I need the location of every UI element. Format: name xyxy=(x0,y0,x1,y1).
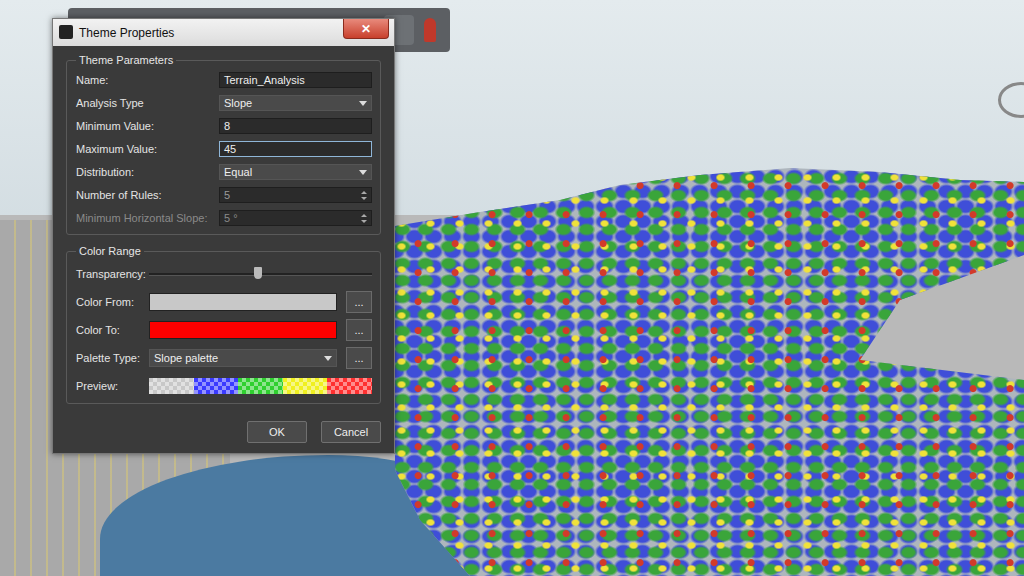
button-bar: OK Cancel xyxy=(66,421,381,443)
field-value: Slope palette xyxy=(154,352,320,364)
color-row: Preview: xyxy=(76,375,372,397)
close-button[interactable]: ✕ xyxy=(343,19,389,39)
select-field[interactable]: Equal xyxy=(219,164,372,180)
field-row: Maximum Value: 45 xyxy=(76,139,372,159)
title-bar[interactable]: Theme Properties ✕ xyxy=(53,19,394,46)
spinner-icon[interactable] xyxy=(361,191,367,200)
browse-button[interactable]: ... xyxy=(346,319,372,341)
color-range-group: Color RangeTransparency:Color From:...Co… xyxy=(66,245,381,404)
field-label: Distribution: xyxy=(76,166,219,178)
dialog-body: Theme Parameters Name: Terrain_Analysis Ana… xyxy=(53,46,394,453)
field-row: Minimum Value: 8 xyxy=(76,116,372,136)
field-row: Analysis Type Slope xyxy=(76,93,372,113)
spin-down-icon[interactable] xyxy=(361,197,367,200)
app-icon xyxy=(59,25,73,39)
preview-swatch xyxy=(149,378,194,394)
color-swatch[interactable] xyxy=(149,321,337,339)
field-label: Color To: xyxy=(76,324,149,336)
field-label: Transparency: xyxy=(76,268,149,280)
color-row: Transparency: xyxy=(76,263,372,285)
field-label: Analysis Type xyxy=(76,97,219,109)
field-label: Maximum Value: xyxy=(76,143,219,155)
color-row: Palette Type: Slope palette... xyxy=(76,347,372,369)
text-field[interactable]: Terrain_Analysis xyxy=(219,72,372,88)
dropdown-arrow-icon[interactable] xyxy=(324,356,332,361)
slider-thumb[interactable] xyxy=(254,267,262,279)
field-label: Color From: xyxy=(76,296,149,308)
spinner-field[interactable]: 5 ° xyxy=(219,210,372,226)
spin-up-icon[interactable] xyxy=(361,214,367,217)
color-swatch[interactable] xyxy=(149,293,337,311)
window-title: Theme Properties xyxy=(79,26,337,40)
preview-swatch xyxy=(283,378,328,394)
color-row: Color From:... xyxy=(76,291,372,313)
color-row: Color To:... xyxy=(76,319,372,341)
field-label: Minimum Horizontal Slope: xyxy=(76,212,219,224)
theme-properties-dialog: Theme Properties ✕ Theme Parameters Name: Te… xyxy=(52,18,395,454)
dropdown-arrow-icon[interactable] xyxy=(359,170,367,175)
field-label: Name: xyxy=(76,74,219,86)
field-row: Distribution: Equal xyxy=(76,162,372,182)
spin-up-icon[interactable] xyxy=(361,191,367,194)
field-row: Number of Rules: 5 xyxy=(76,185,372,205)
preview-swatch xyxy=(238,378,283,394)
dialog-button[interactable]: OK xyxy=(247,421,307,443)
dialog-button[interactable]: Cancel xyxy=(321,421,381,443)
theme-parameters-group: Theme Parameters Name: Terrain_Analysis Ana… xyxy=(66,54,381,235)
field-value: 5 ° xyxy=(224,212,357,224)
field-value: 5 xyxy=(224,189,357,201)
palette-select[interactable]: Slope palette xyxy=(149,349,337,367)
field-label: Palette Type: xyxy=(76,352,149,364)
browse-button[interactable]: ... xyxy=(346,347,372,369)
field-value: Slope xyxy=(224,97,355,109)
group-title: Theme Parameters xyxy=(76,54,176,66)
field-value: Equal xyxy=(224,166,355,178)
field-label: Minimum Value: xyxy=(76,120,219,132)
select-field[interactable]: Slope xyxy=(219,95,372,111)
palette-preview xyxy=(149,378,372,394)
dropdown-arrow-icon[interactable] xyxy=(359,101,367,106)
spinner-icon[interactable] xyxy=(361,214,367,223)
field-value: 45 xyxy=(224,143,367,155)
field-value: 8 xyxy=(224,120,367,132)
browse-button[interactable]: ... xyxy=(346,291,372,313)
preview-swatch xyxy=(327,378,372,394)
group-title: Color Range xyxy=(76,245,144,257)
spin-down-icon[interactable] xyxy=(361,220,367,223)
field-value: Terrain_Analysis xyxy=(224,74,367,86)
preview-swatch xyxy=(194,378,239,394)
field-row: Name: Terrain_Analysis xyxy=(76,70,372,90)
scene-view[interactable]: Theme Properties ✕ Theme Parameters Name: Te… xyxy=(0,0,1024,576)
text-field[interactable]: 8 xyxy=(219,118,372,134)
hydrant-icon[interactable] xyxy=(424,18,436,42)
field-row: Minimum Horizontal Slope: 5 ° xyxy=(76,208,372,228)
field-label: Number of Rules: xyxy=(76,189,219,201)
field-label: Preview: xyxy=(76,380,149,392)
text-field[interactable]: 45 xyxy=(219,141,372,157)
transparency-slider[interactable] xyxy=(149,266,372,282)
spinner-field[interactable]: 5 xyxy=(219,187,372,203)
